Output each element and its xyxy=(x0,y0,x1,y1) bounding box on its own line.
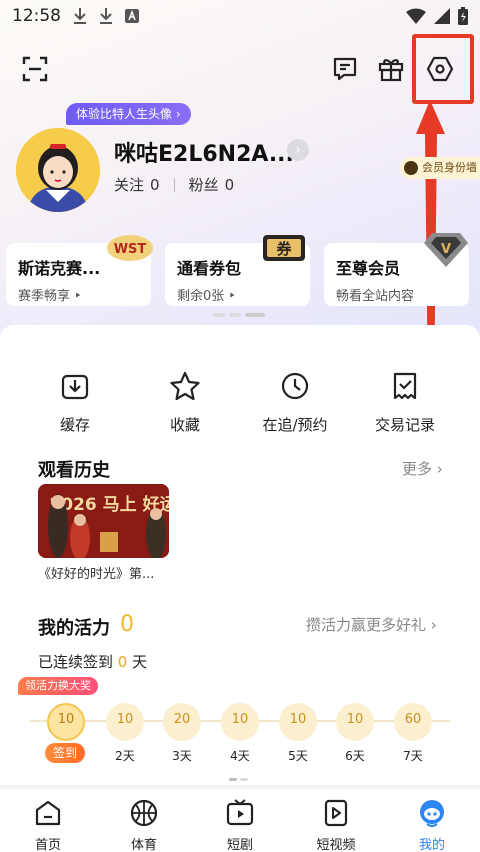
signin-suffix: 天 xyxy=(132,653,148,671)
nav-short-drama[interactable]: 短剧 xyxy=(200,798,280,852)
tv-play-icon xyxy=(226,799,254,826)
message-button[interactable] xyxy=(330,54,360,84)
day-label: 3天 xyxy=(172,749,192,763)
page-dots xyxy=(229,778,248,781)
card-subtitle: 畅看全站内容 xyxy=(336,289,415,304)
download-icon xyxy=(61,374,89,400)
nav-label: 短剧 xyxy=(226,838,253,852)
basketball-icon xyxy=(130,799,158,827)
svg-text:V: V xyxy=(441,242,451,257)
day-coin: 10 xyxy=(106,703,144,741)
nav-short-video[interactable]: 短视频 xyxy=(296,798,376,852)
day-label: 4天 xyxy=(230,749,250,763)
nav-label: 首页 xyxy=(34,838,61,852)
day-coin: 10 xyxy=(279,703,317,741)
status-time: 12:58 xyxy=(12,6,61,26)
day-label: 5天 xyxy=(288,749,308,763)
day-label: 2天 xyxy=(115,749,135,763)
nav-home[interactable]: 首页 xyxy=(8,798,88,852)
quick-action-label: 缓存 xyxy=(59,416,90,434)
nav-label: 我的 xyxy=(418,838,445,852)
reward-tag[interactable]: 领活力换大奖 xyxy=(18,677,98,695)
scan-icon xyxy=(22,56,48,82)
svg-text:券: 券 xyxy=(276,240,292,258)
diamond-badge-icon: V xyxy=(424,229,468,273)
nav-mine[interactable]: 我的 xyxy=(392,798,472,852)
member-id-wall-button[interactable]: 会员身份墙 xyxy=(400,157,480,179)
day-coin-today[interactable]: 10 xyxy=(47,703,85,741)
receipt-check-icon xyxy=(393,372,417,400)
star-icon xyxy=(170,371,200,401)
card-subtitle: 剩余0张 ‣ xyxy=(177,289,237,304)
clock-icon xyxy=(281,372,309,400)
nav-label: 体育 xyxy=(130,838,157,852)
quick-action-cache[interactable]: 缓存 xyxy=(25,370,125,435)
day-coin: 10 xyxy=(336,703,374,741)
nav-label: 短视频 xyxy=(316,838,356,852)
wst-badge-icon: WST xyxy=(106,233,154,267)
benefit-card-ticket[interactable]: 通看券包 剩余0张 ‣ 券 xyxy=(165,235,310,306)
profile-arrow-icon[interactable]: › xyxy=(287,139,309,161)
id-wall-label: 会员身份墙 xyxy=(422,161,477,174)
follow-stats: 关注 0 粉丝 0 xyxy=(114,174,234,195)
follow-label[interactable]: 关注 xyxy=(114,174,144,195)
battery-icon xyxy=(458,7,468,25)
font-a-icon xyxy=(124,7,140,25)
member-user-icon xyxy=(404,161,418,175)
divider xyxy=(173,177,175,192)
signin-streak: 已连续签到 0 天 xyxy=(38,651,147,672)
highlight-box xyxy=(412,34,474,104)
quick-action-favorites[interactable]: 收藏 xyxy=(135,370,235,435)
day-coin: 10 xyxy=(221,703,259,741)
download-status-icon xyxy=(98,7,114,25)
mascot-icon xyxy=(420,800,444,827)
history-thumbnail[interactable]: 2026 马上 好运 xyxy=(38,484,169,558)
signin-prefix: 已连续签到 xyxy=(38,653,114,671)
vitality-title: 我的活力 xyxy=(38,618,110,639)
signin-days: 0 xyxy=(117,653,128,671)
benefit-card-snooker[interactable]: 斯诺克赛... 赛季畅享 ‣ WST xyxy=(6,235,153,306)
quick-action-label: 收藏 xyxy=(169,416,200,434)
quick-action-following[interactable]: 在追/预约 xyxy=(245,370,345,435)
video-play-icon xyxy=(324,799,348,827)
message-icon xyxy=(333,57,357,81)
follow-count[interactable]: 0 xyxy=(150,176,160,194)
history-more-link[interactable]: 更多 › xyxy=(402,458,443,479)
gift-button[interactable] xyxy=(376,54,406,84)
status-bar: 12:58 xyxy=(0,0,480,36)
history-title: 观看历史 xyxy=(38,460,110,481)
day-label: 7天 xyxy=(403,749,423,763)
day-label: 6天 xyxy=(345,749,365,763)
ticket-badge-icon: 券 xyxy=(261,231,307,269)
svg-text:WST: WST xyxy=(114,242,147,257)
gift-icon xyxy=(378,59,404,82)
day-coin: 20 xyxy=(163,703,201,741)
fans-label[interactable]: 粉丝 xyxy=(189,174,219,195)
day-coin: 60 xyxy=(394,703,432,741)
history-caption[interactable]: 《好好的时光》第... xyxy=(38,563,173,582)
signin-button[interactable]: 签到 xyxy=(45,743,85,763)
quick-action-label: 交易记录 xyxy=(374,416,435,434)
download-status-icon xyxy=(72,7,88,25)
bottom-nav: 首页 体育 短剧 短视频 我的 xyxy=(0,788,480,852)
scan-button[interactable] xyxy=(20,54,50,84)
home-icon xyxy=(35,800,61,826)
carousel-dots xyxy=(213,313,265,317)
vitality-value: 0 xyxy=(120,612,134,637)
vitality-earn-link[interactable]: 攒活力赢更多好礼 › xyxy=(306,614,437,635)
wifi-icon xyxy=(406,8,426,24)
card-subtitle: 赛季畅享 ‣ xyxy=(18,289,82,304)
avatar[interactable] xyxy=(16,128,100,212)
benefit-card-vip[interactable]: 至尊会员 畅看全站内容 V xyxy=(324,233,469,306)
fans-count[interactable]: 0 xyxy=(225,176,235,194)
quick-action-label: 在追/预约 xyxy=(262,416,328,434)
user-name[interactable]: 咪咕E2L6N2A... xyxy=(114,136,294,168)
avatar-promo-tag[interactable]: 体验比特人生头像 › xyxy=(66,103,191,125)
signal-icon xyxy=(434,8,450,24)
nav-sports[interactable]: 体育 xyxy=(104,798,184,852)
quick-action-transactions[interactable]: 交易记录 xyxy=(355,370,455,435)
